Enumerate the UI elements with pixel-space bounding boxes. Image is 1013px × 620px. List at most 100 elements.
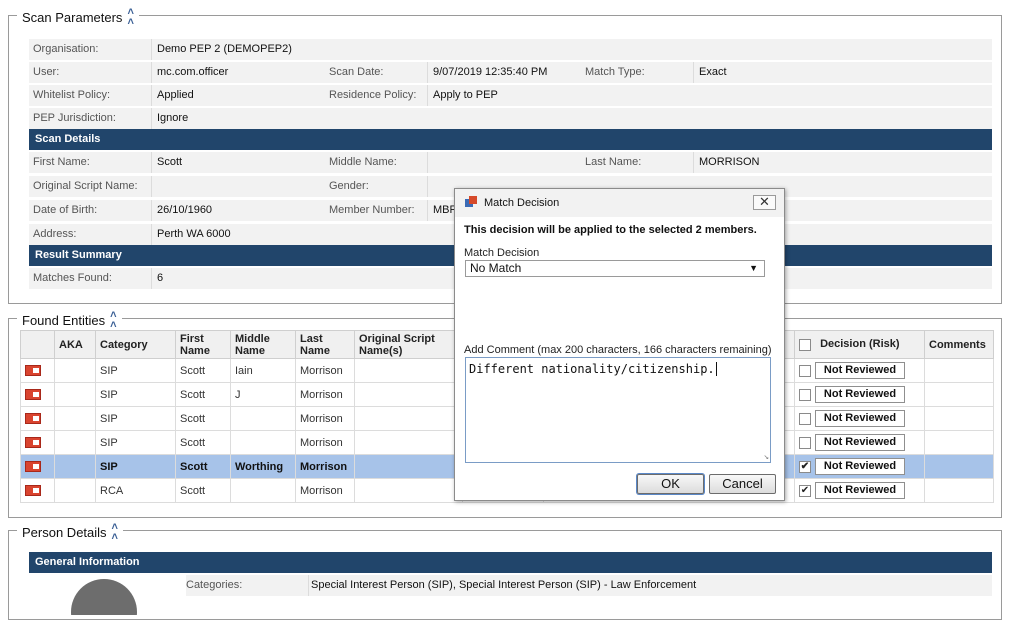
dropdown-arrow-icon: ▼ (749, 263, 758, 273)
scan-date-value: 9/07/2019 12:35:40 PM (433, 66, 548, 78)
residence-label: Residence Policy: (329, 89, 417, 101)
category-cell: SIP (95, 430, 176, 455)
row-select-checkbox[interactable] (799, 412, 811, 425)
aka-cell (54, 454, 96, 479)
match-type-label: Match Type: (585, 66, 645, 78)
select-all-checkbox[interactable] (799, 338, 811, 351)
decision-button[interactable]: Not Reviewed (815, 482, 905, 499)
decision-button[interactable]: Not Reviewed (815, 362, 905, 379)
first-name-label: First Name: (33, 156, 90, 168)
first-name-cell: Scott (175, 406, 231, 431)
ok-button[interactable]: OK (637, 474, 704, 494)
pep-jurisdiction-value: Ignore (157, 112, 189, 124)
flag-icon (20, 454, 55, 479)
address-value: Perth WA 6000 (157, 228, 231, 240)
flag-icon[interactable] (25, 485, 41, 496)
flag-icon (20, 478, 55, 503)
residence-value: Apply to PEP (433, 89, 498, 101)
aka-cell (54, 430, 96, 455)
categories-label: Categories: (186, 579, 243, 591)
decision-button[interactable]: Not Reviewed (815, 434, 905, 451)
row-select-checkbox[interactable]: ✔ (799, 484, 811, 497)
decision-button[interactable]: Not Reviewed (815, 386, 905, 403)
flag-icon[interactable] (25, 437, 41, 448)
aka-cell (54, 406, 96, 431)
flag-icon[interactable] (25, 413, 41, 424)
decision-cell: Not Reviewed (794, 406, 925, 431)
matches-found-value: 6 (157, 272, 164, 284)
scan-date-label: Scan Date: (329, 66, 384, 78)
match-decision-select[interactable]: No Match ▼ (465, 260, 765, 277)
pep-jurisdiction-row: PEP Jurisdiction: Ignore (29, 108, 992, 129)
scan-parameters-legend[interactable]: Scan Parameters ˄ ˄ (17, 7, 139, 28)
original-script-cell (354, 454, 463, 479)
pep-jurisdiction-label: PEP Jurisdiction: (33, 112, 116, 124)
row-select-checkbox[interactable] (799, 436, 811, 449)
person-details-legend[interactable]: Person Details ˄ ˄ (17, 522, 123, 543)
flag-icon[interactable] (25, 389, 41, 400)
last-name-cell: Morrison (295, 478, 355, 503)
whitelist-label: Whitelist Policy: (33, 89, 111, 101)
first-name-cell: Scott (175, 478, 231, 503)
original-script-cell (354, 478, 463, 503)
comment-label: Add Comment (max 200 characters, 166 cha… (464, 344, 772, 356)
last-name-column-header[interactable]: Last Name (295, 330, 355, 359)
first-name-cell: Scott (175, 358, 231, 383)
row-select-checkbox[interactable]: ✔ (799, 460, 811, 473)
dob-value: 26/10/1960 (157, 204, 213, 216)
comments-cell (924, 382, 994, 407)
flag-icon[interactable] (25, 365, 41, 376)
resize-grip-icon[interactable]: ↘ (764, 452, 769, 462)
last-name-cell: Morrison (295, 430, 355, 455)
last-name-cell: Morrison (295, 406, 355, 431)
row-select-checkbox[interactable] (799, 364, 811, 377)
close-icon[interactable]: ✕ (753, 195, 776, 210)
name-row: First Name: Scott Middle Name: Last Name… (29, 152, 992, 173)
original-script-column-header[interactable]: Original Script Name(s) (354, 330, 463, 359)
gender-label: Gender: (329, 180, 369, 192)
category-cell: RCA (95, 478, 176, 503)
cancel-button[interactable]: Cancel (709, 474, 776, 494)
collapse-chevron-icon[interactable]: ˄ ˄ (112, 522, 118, 543)
aka-column-header[interactable]: AKA (54, 330, 96, 359)
organisation-label: Organisation: (33, 43, 99, 55)
decision-cell: Not Reviewed (794, 358, 925, 383)
person-photo-placeholder (29, 575, 179, 615)
dialog-info-text: This decision will be applied to the sel… (464, 224, 757, 236)
original-script-cell (354, 406, 463, 431)
flag-icon[interactable] (25, 461, 41, 472)
middle-name-cell: J (230, 382, 296, 407)
collapse-chevron-icon[interactable]: ˄ ˄ (110, 310, 116, 331)
decision-column-header[interactable]: Decision (Risk) (794, 330, 925, 359)
organisation-value: Demo PEP 2 (DEMOPEP2) (157, 43, 292, 55)
comment-text: Different nationality/citizenship. (469, 362, 715, 376)
aka-cell (54, 478, 96, 503)
category-cell: SIP (95, 382, 176, 407)
original-script-cell (354, 358, 463, 383)
scan-parameters-title: Scan Parameters (22, 9, 123, 25)
first-name-cell: Scott (175, 454, 231, 479)
decision-button[interactable]: Not Reviewed (815, 458, 905, 475)
middle-name-cell (230, 430, 296, 455)
dialog-title-bar[interactable]: Match Decision ✕ (455, 189, 784, 217)
decision-button[interactable]: Not Reviewed (815, 410, 905, 427)
comments-cell (924, 406, 994, 431)
member-number-label: Member Number: (329, 204, 415, 216)
row-select-checkbox[interactable] (799, 388, 811, 401)
first-name-column-header[interactable]: First Name (175, 330, 231, 359)
category-column-header[interactable]: Category (95, 330, 176, 359)
middle-name-cell (230, 478, 296, 503)
comments-column-header[interactable]: Comments (924, 330, 994, 359)
middle-name-cell: Worthing (230, 454, 296, 479)
collapse-chevron-icon[interactable]: ˄ ˄ (127, 7, 133, 28)
original-script-cell (354, 382, 463, 407)
comment-textarea[interactable]: Different nationality/citizenship. ↘ (465, 357, 771, 463)
decision-cell: Not Reviewed (794, 382, 925, 407)
first-name-value: Scott (157, 156, 183, 168)
comments-cell (924, 430, 994, 455)
categories-row: Categories: Special Interest Person (SIP… (186, 575, 992, 596)
whitelist-value: Applied (157, 89, 194, 101)
middle-name-cell: Iain (230, 358, 296, 383)
found-entities-legend[interactable]: Found Entities ˄ ˄ (17, 310, 122, 331)
middle-name-column-header[interactable]: Middle Name (230, 330, 296, 359)
